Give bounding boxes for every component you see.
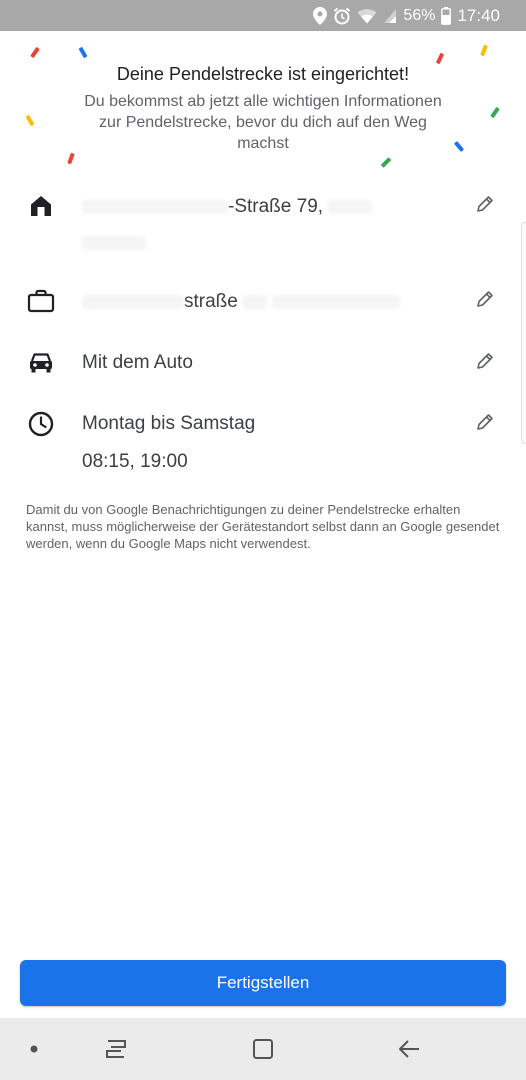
edit-work-button[interactable] bbox=[470, 286, 500, 316]
pencil-icon bbox=[475, 412, 495, 437]
travel-mode-label[interactable]: Mit dem Auto bbox=[82, 352, 193, 374]
page-title: Deine Pendelstrecke ist eingerichtet! bbox=[116, 64, 410, 84]
briefcase-icon bbox=[26, 286, 56, 316]
location-disclaimer: Damit du von Google Benachrichtigungen z… bbox=[26, 502, 500, 551]
home-square-icon[interactable] bbox=[248, 1034, 278, 1064]
scrollbar[interactable] bbox=[521, 222, 526, 444]
home-icon bbox=[26, 191, 56, 221]
schedule-days[interactable]: Montag bis Samstag bbox=[82, 413, 255, 435]
redacted-text bbox=[243, 294, 268, 309]
pencil-icon bbox=[475, 194, 495, 219]
edit-schedule-button[interactable] bbox=[470, 409, 500, 439]
confetti-piece bbox=[25, 114, 35, 127]
redacted-text bbox=[272, 294, 401, 309]
confetti-piece bbox=[480, 44, 488, 57]
confetti-piece bbox=[490, 106, 500, 119]
schedule-times: 08:15, 19:00 bbox=[82, 451, 188, 472]
battery-icon bbox=[441, 6, 452, 25]
confetti-piece bbox=[78, 46, 88, 59]
work-address-visible: straße bbox=[184, 291, 238, 312]
confetti-piece bbox=[67, 152, 75, 165]
dot-icon[interactable] bbox=[19, 1034, 49, 1064]
redacted-text bbox=[82, 199, 228, 214]
clock-icon bbox=[26, 409, 56, 439]
redacted-text bbox=[82, 294, 184, 309]
home-address-line2 bbox=[82, 232, 146, 254]
edit-home-button[interactable] bbox=[470, 191, 500, 221]
redacted-text bbox=[328, 199, 373, 214]
pencil-icon bbox=[475, 289, 495, 314]
signal-icon bbox=[383, 8, 397, 24]
redacted-text bbox=[82, 235, 146, 250]
navigation-bar bbox=[0, 1018, 526, 1080]
alarm-icon bbox=[333, 7, 351, 25]
battery-label: 56% bbox=[403, 6, 436, 24]
wifi-icon bbox=[357, 8, 377, 24]
done-button[interactable]: Fertigstellen bbox=[20, 960, 506, 1006]
home-address[interactable]: -Straße 79, bbox=[82, 196, 373, 218]
back-icon[interactable] bbox=[395, 1034, 425, 1064]
pencil-icon bbox=[475, 351, 495, 376]
confetti-piece bbox=[380, 157, 392, 168]
home-address-visible: -Straße 79, bbox=[228, 196, 324, 217]
confetti-piece bbox=[453, 141, 465, 152]
clock-time: 17:40 bbox=[457, 5, 500, 25]
edit-mode-button[interactable] bbox=[470, 348, 500, 378]
status-icons: 56% 17:40 bbox=[313, 0, 500, 31]
page-subtitle: Du bekommst ab jetzt alle wichtigen Info… bbox=[84, 93, 442, 152]
confetti-piece bbox=[435, 52, 445, 65]
location-icon bbox=[313, 6, 328, 25]
work-address[interactable]: straße bbox=[82, 291, 401, 313]
status-bar: 56% 17:40 bbox=[0, 0, 526, 31]
confetti-piece bbox=[30, 46, 40, 59]
car-icon bbox=[26, 348, 56, 378]
recents-icon[interactable] bbox=[101, 1034, 131, 1064]
